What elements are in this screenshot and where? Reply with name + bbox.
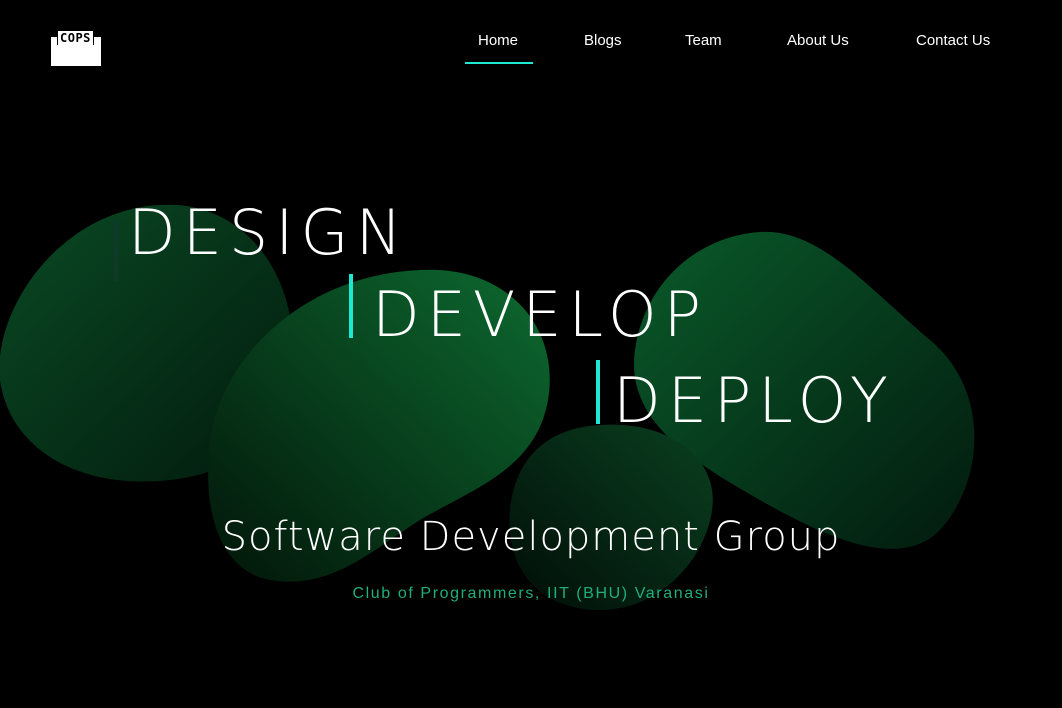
design-cursor-bar [114,219,118,281]
hero-tagline: Club of Programmers, IIT (BHU) Varanasi [352,585,710,602]
develop-cursor-bar [349,274,353,338]
hero-word-design: DESIGN [128,196,409,269]
hero-word-develop: DEVELOP [372,278,709,351]
nav-contact-us[interactable]: Contact Us [916,30,990,66]
hero-word-deploy: DEPLOY [613,364,895,437]
top-navigation: Home Blogs Team About Us Contact Us [0,30,1062,70]
hero-title: Software Development Group [221,514,841,560]
landing-page: COPS Home Blogs Team About Us Contact Us… [0,0,1062,708]
deploy-cursor-bar [596,360,600,424]
nav-blogs[interactable]: Blogs [584,30,622,66]
nav-home[interactable]: Home [464,30,534,66]
nav-about-us[interactable]: About Us [787,30,849,66]
nav-team[interactable]: Team [685,30,722,66]
